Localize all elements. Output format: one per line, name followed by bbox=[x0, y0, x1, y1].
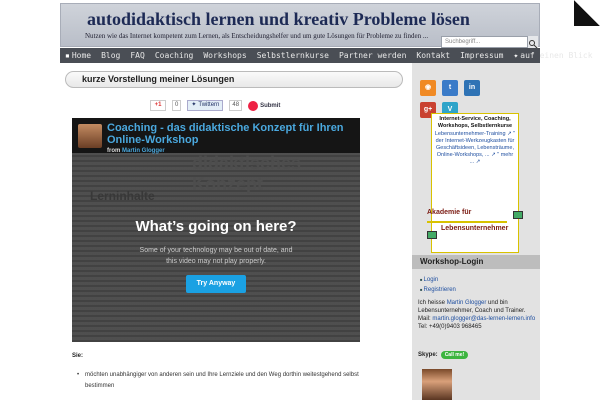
skype-call-button[interactable]: Call me! bbox=[440, 351, 469, 359]
nav-selbstlernkurse[interactable]: Selbstlernkurse bbox=[252, 51, 334, 60]
sidebar: ◉ t in g+ V Internet-Service, Coaching, … bbox=[412, 63, 540, 400]
site-title[interactable]: autodidaktisch lernen und kreativ Proble… bbox=[87, 9, 470, 30]
twitter-count: 48 bbox=[229, 100, 243, 111]
linkedin-icon[interactable]: in bbox=[464, 80, 480, 96]
computer-icon bbox=[427, 231, 437, 239]
skype-row: Skype: Call me! bbox=[418, 351, 469, 359]
akademie-line2: Lebensunternehmer bbox=[441, 225, 509, 232]
nav-overview[interactable]: ✦ auf einen Blick bbox=[508, 51, 597, 60]
video-from: from Martin Glogger bbox=[107, 148, 165, 154]
list-item: möchten unabhängiger von anderen sein un… bbox=[77, 370, 385, 392]
gplus-button[interactable]: +1 bbox=[150, 100, 166, 111]
stumbleupon-icon bbox=[248, 100, 259, 111]
try-anyway-button[interactable]: Try Anyway bbox=[186, 275, 246, 293]
rss-icon[interactable]: ◉ bbox=[420, 80, 436, 96]
thumbnail-subheading: Lerninhalte bbox=[90, 189, 155, 203]
workshop-login-heading: Workshop-Login bbox=[412, 255, 540, 269]
computer-icon bbox=[513, 211, 523, 219]
overlay-heading: What’s going on here? bbox=[135, 218, 297, 235]
register-link[interactable]: Registrieren bbox=[420, 285, 456, 295]
nav-impressum[interactable]: Impressum bbox=[455, 51, 508, 60]
twitter-bird-icon: ✦ bbox=[513, 51, 519, 60]
workshop-login-links: Login Registrieren bbox=[420, 275, 456, 295]
nav-blog[interactable]: Blog bbox=[96, 51, 125, 60]
main-nav: ▪ Home Blog FAQ Coaching Workshops Selbst… bbox=[60, 48, 593, 63]
sie-label: Sie: bbox=[72, 353, 84, 359]
twitter-bird-icon: ✦ bbox=[191, 102, 197, 108]
nav-kontakt[interactable]: Kontakt bbox=[411, 51, 455, 60]
twitter-icon[interactable]: t bbox=[442, 80, 458, 96]
site-description: Nutzen wie das Internet kompetent zum Le… bbox=[85, 32, 429, 40]
stumbleupon-button[interactable]: Submit bbox=[248, 100, 280, 111]
services-links[interactable]: Lebensunternehmer-Training ↗ " der Inter… bbox=[434, 131, 516, 166]
phone: Tel: +49(0)9403 968465 bbox=[418, 324, 482, 330]
overlay-text: Some of your technology may be out of da… bbox=[139, 247, 293, 265]
author-link[interactable]: Martin Glogger bbox=[447, 300, 487, 306]
nav-faq[interactable]: FAQ bbox=[125, 51, 149, 60]
post-title: kurze Vorstellung meiner Lösungen bbox=[65, 71, 403, 88]
video-author-link[interactable]: Martin Glogger bbox=[122, 148, 165, 154]
author-portrait bbox=[422, 369, 452, 400]
search-input[interactable]: Suchbegriff... bbox=[441, 36, 537, 48]
twitter-button[interactable]: ✦ Twittern bbox=[187, 100, 224, 111]
nav-home[interactable]: ▪ Home bbox=[60, 51, 96, 60]
login-link[interactable]: Login bbox=[420, 275, 456, 285]
page-corner-icon[interactable] bbox=[574, 0, 600, 26]
nav-coaching[interactable]: Coaching bbox=[150, 51, 199, 60]
services-box-title: Internet-Service, Coaching, Workshops, S… bbox=[437, 116, 513, 129]
nav-workshops[interactable]: Workshops bbox=[198, 51, 251, 60]
search-button[interactable] bbox=[527, 36, 538, 49]
about-text: Ich heisse Martin Glogger und bin Lebens… bbox=[418, 300, 536, 330]
share-bar: +1 0 ✦ Twittern 48 Submit bbox=[150, 100, 280, 111]
home-icon: ▪ bbox=[65, 51, 70, 60]
thumbnail-heading: didaktisches Konzept bbox=[192, 153, 302, 194]
author-avatar[interactable] bbox=[78, 124, 102, 148]
main-content: kurze Vorstellung meiner Lösungen +1 0 ✦… bbox=[60, 63, 410, 400]
email-link[interactable]: martin.glogger@das-lernen-lernen.info bbox=[432, 316, 535, 322]
akademie-divider bbox=[427, 221, 507, 223]
video-title[interactable]: Coaching - das didaktische Konzept für I… bbox=[107, 122, 352, 146]
akademie-logo[interactable]: Akademie für Lebensunternehmer bbox=[427, 207, 527, 241]
gplus-count: 0 bbox=[172, 100, 182, 111]
video-player[interactable]: didaktisches Konzept Lerninhalte Coachin… bbox=[72, 118, 360, 342]
nav-partner[interactable]: Partner werden bbox=[334, 51, 411, 60]
akademie-line1: Akademie für bbox=[427, 209, 472, 216]
